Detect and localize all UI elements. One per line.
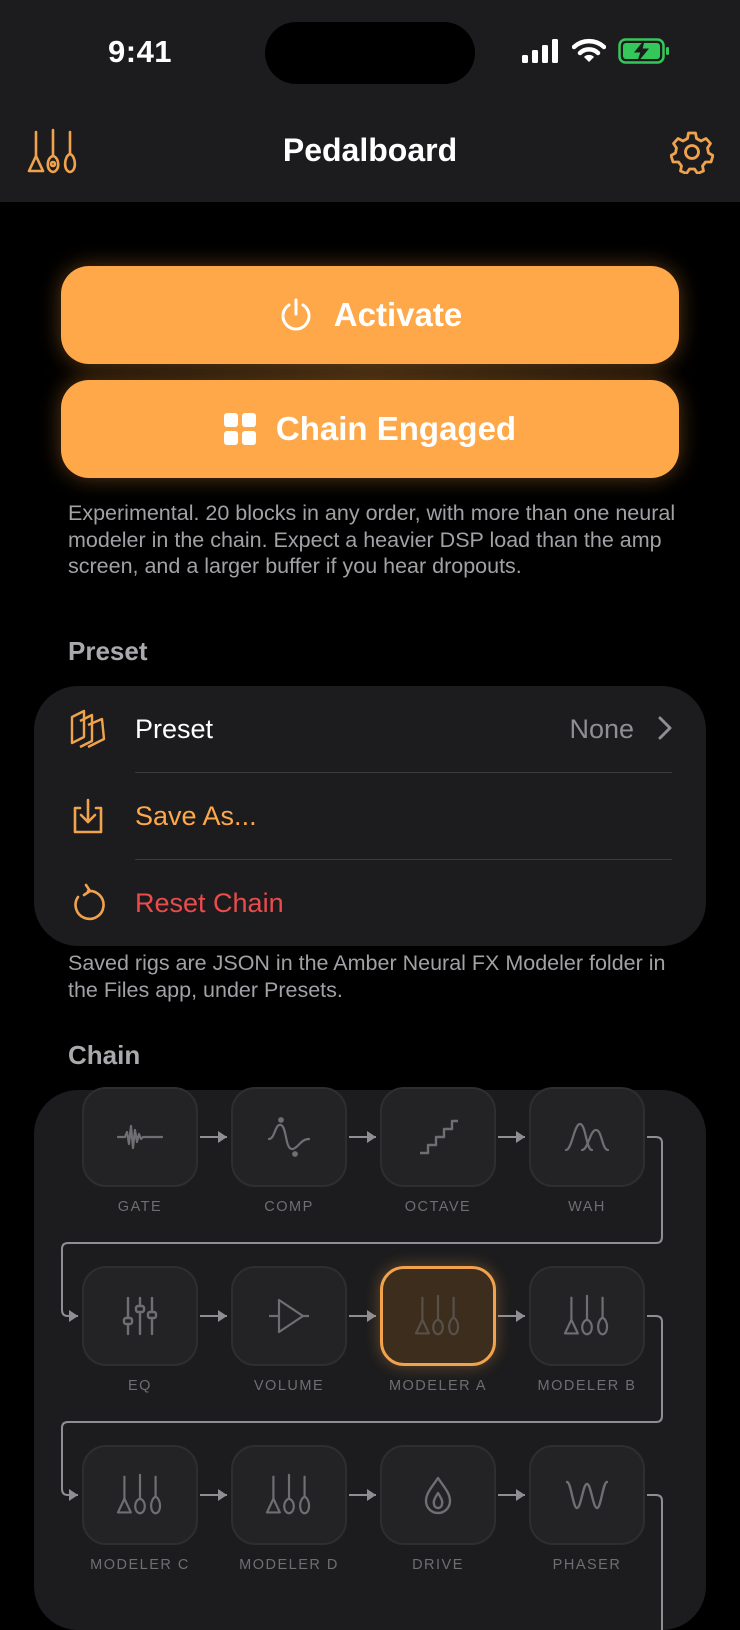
chain-arrow-head <box>367 1310 376 1322</box>
drive-drop-icon <box>422 1475 454 1515</box>
chain-block-label: COMP <box>264 1199 314 1215</box>
modeler-guitars-icon <box>412 1294 464 1338</box>
chain-arrow-head <box>218 1489 227 1501</box>
chain-block-label: DRIVE <box>412 1557 464 1573</box>
chain-block-drive[interactable] <box>380 1445 496 1545</box>
chain-block-label: MODELER B <box>537 1378 637 1394</box>
chain-block-label: MODELER D <box>239 1557 339 1573</box>
chain-engaged-label: Chain Engaged <box>275 410 517 447</box>
chain-block-modeler-d[interactable] <box>231 1445 347 1545</box>
reset-chain-label: Reset Chain <box>135 887 284 918</box>
chain-arrow-head <box>367 1489 376 1501</box>
eq-sliders-icon <box>120 1296 160 1336</box>
chain-arrow-head <box>516 1489 525 1501</box>
status-bar: 9:41 <box>0 0 740 108</box>
page-title: Pedalboard <box>282 132 458 168</box>
modeler-guitars-icon <box>263 1473 315 1517</box>
phaser-wave-icon <box>565 1478 609 1512</box>
chain-card: GATE COMP OCTAVE WAH EQ VOLUME MODELER A MODELE… <box>34 1087 706 1630</box>
chain-block-label: PHASER <box>552 1557 622 1573</box>
reset-chain-row[interactable]: Reset Chain <box>34 860 706 946</box>
chain-arrow-head <box>367 1131 376 1143</box>
chain-arrow-head <box>69 1310 78 1322</box>
chain-arrow-head <box>516 1131 525 1143</box>
cellular-signal-icon <box>522 39 560 63</box>
chain-arrow-head <box>69 1489 78 1501</box>
chain-block-modeler-b[interactable] <box>529 1266 645 1366</box>
chain-arrow-head <box>218 1131 227 1143</box>
volume-triangle-icon <box>267 1296 311 1336</box>
chain-block-label: MODELER A <box>388 1378 488 1394</box>
chain-block-label: EQ <box>128 1378 152 1394</box>
activate-button[interactable]: Activate <box>61 266 679 364</box>
grid-icon <box>223 413 256 445</box>
navigation-bar: Pedalboard <box>0 108 740 202</box>
chain-block-comp[interactable] <box>231 1087 347 1187</box>
chain-block-label: OCTAVE <box>404 1199 472 1215</box>
battery-charging-icon <box>618 38 670 64</box>
chain-block-label: MODELER C <box>90 1557 190 1573</box>
power-icon <box>278 297 314 333</box>
preset-card: Preset None Save As... Reset Chain <box>34 686 706 946</box>
preset-row[interactable]: Preset None <box>34 686 706 772</box>
chain-block-octave[interactable] <box>380 1087 496 1187</box>
gate-waveform-icon <box>117 1120 163 1154</box>
settings-gear-icon[interactable] <box>670 130 714 174</box>
chain-block-eq[interactable] <box>82 1266 198 1366</box>
modeler-guitars-icon <box>114 1473 166 1517</box>
chevron-right-icon <box>658 716 672 740</box>
wah-curve-icon <box>564 1120 610 1154</box>
compressor-icon <box>267 1117 311 1157</box>
preset-row-label: Preset <box>135 713 214 744</box>
chain-block-label: GATE <box>117 1199 163 1215</box>
chain-engaged-button[interactable]: Chain Engaged <box>61 380 679 478</box>
chain-block-modeler-a[interactable] <box>380 1266 496 1366</box>
chain-arrow-head <box>218 1310 227 1322</box>
chain-arrow-head <box>516 1310 525 1322</box>
octave-steps-icon <box>418 1119 458 1155</box>
chain-block-phaser[interactable] <box>529 1445 645 1545</box>
preset-row-value: None <box>569 713 634 744</box>
chain-block-label: VOLUME <box>253 1378 325 1394</box>
chain-block-gate[interactable] <box>82 1087 198 1187</box>
save-as-row[interactable]: Save As... <box>34 773 706 859</box>
wifi-icon <box>572 38 606 64</box>
dynamic-island <box>265 22 475 84</box>
activate-label: Activate <box>333 296 463 333</box>
preset-section-header: Preset <box>68 636 148 666</box>
preset-footer-note: Saved rigs are JSON in the Amber Neural … <box>68 951 666 1002</box>
chain-block-label: WAH <box>568 1199 606 1215</box>
reset-arrow-icon <box>68 883 108 923</box>
chain-block-wah[interactable] <box>529 1087 645 1187</box>
chain-block-modeler-c[interactable] <box>82 1445 198 1545</box>
chain-description: Experimental. 20 blocks in any order, wi… <box>68 501 676 578</box>
status-icons <box>522 38 670 64</box>
download-tray-icon <box>68 796 108 836</box>
stacked-layers-icon <box>68 709 108 749</box>
status-time: 9:41 <box>108 34 173 69</box>
modeler-guitars-icon <box>561 1294 613 1338</box>
chain-block-volume[interactable] <box>231 1266 347 1366</box>
chain-section-header: Chain <box>68 1040 141 1070</box>
save-as-label: Save As... <box>135 800 257 831</box>
